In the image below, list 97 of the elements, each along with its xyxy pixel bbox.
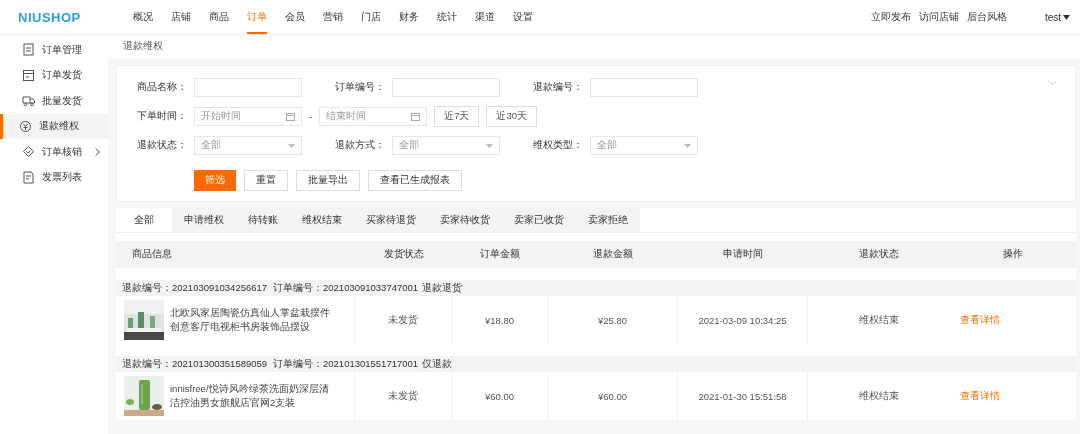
menu-item-icon [22,94,35,108]
product-name: 北欧风家居陶瓷仿真仙人掌盆栽摆件创意客厅电视柜书房装饰品摆设 [170,306,331,334]
refund-status: 维权结束 [859,313,899,327]
nav-tab[interactable]: 店铺 [170,0,191,34]
action-button[interactable]: 重置 [244,170,288,191]
action-button[interactable]: 查看已生成报表 [368,170,462,191]
status-tab[interactable]: 维权结束 [290,208,354,232]
refund-status: 维权结束 [859,389,899,403]
status-tab[interactable]: 全部 [116,208,172,232]
status-tab[interactable]: 卖家待收货 [428,208,502,232]
logo: NIUSHOP [18,9,81,25]
refund-number: 退款编号：202103091034256617 [122,281,269,295]
sidebar-item-label: 发票列表 [42,170,82,185]
refund-amount: ¥60.00 [597,390,628,402]
menu-item-icon [22,68,35,82]
sidebar-item[interactable]: 订单核销 [0,139,108,165]
nav-tab[interactable]: 门店 [360,0,381,34]
field-label: 订单编号： [334,81,385,94]
order-amount: ¥60.00 [484,390,515,402]
field-label: 维权类型： [532,139,583,152]
menu-item-icon [19,119,32,133]
select-value: 全部 [399,139,419,152]
caret-icon [684,143,691,148]
column-header: 订单金额 [479,248,521,261]
sidebar-item-label: 订单核销 [42,144,82,159]
select-value: 全部 [597,139,617,152]
header-link[interactable]: 立即发布 [870,10,911,24]
quick-range-button[interactable]: 近7天 [434,106,480,127]
status-tab[interactable]: 卖家已收货 [502,208,576,232]
column-header: 操作 [1002,248,1024,261]
breadcrumb: 退款维权 [108,35,1080,58]
refund-type: 仅退款 [422,357,452,371]
user-name: test [1044,11,1061,23]
caret-icon [1063,14,1070,20]
date-placeholder: 开始时间 [201,110,241,123]
nav-tab[interactable]: 会员 [284,0,305,34]
menu-item-icon [22,43,35,57]
field-label: 下单时间： [136,110,187,123]
field-label: 商品名称： [136,81,187,94]
refund-number: 退款编号：202101300351589059 [122,357,269,371]
caret-icon [486,143,493,148]
calendar-icon [411,112,421,121]
menu-item-icon [22,170,35,184]
sidebar-item[interactable]: 发票列表 [0,164,108,190]
column-header: 退款状态 [858,248,900,261]
column-header: 申请时间 [722,248,764,261]
select-value: 全部 [201,139,221,152]
status-tab[interactable]: 申请维权 [172,208,236,232]
nav-tab[interactable]: 渠道 [474,0,495,34]
sidebar-item[interactable]: 批量发货 [0,88,108,114]
nav-tab[interactable]: 营销 [322,0,343,34]
nav-tab[interactable]: 概况 [132,0,153,34]
user-menu[interactable]: test [1044,11,1070,23]
sidebar-item-label: 批量发货 [42,93,82,108]
refund-type: 退款退货 [422,281,462,295]
column-header: 发货状态 [382,248,425,261]
text-field[interactable] [392,78,500,97]
sidebar-item[interactable]: 退款维权 [0,113,108,139]
calendar-icon [286,112,295,121]
sidebar-item[interactable]: 订单发货 [0,62,108,88]
status-tab[interactable]: 卖家拒绝 [576,208,640,232]
product-name: innisfree/悦诗风吟绿茶洗面奶深层清洁控油男女旗舰店官网2支装 [170,382,330,410]
apply-time: 2021-01-30 15:51:58 [698,390,787,402]
field-label: 退款状态： [136,139,187,152]
header-link[interactable]: 后台风格 [966,10,1007,24]
text-field[interactable] [590,78,698,97]
quick-range-button[interactable]: 近30天 [486,106,538,127]
header-link[interactable]: 访问店铺 [918,10,959,24]
nav-tab[interactable]: 设置 [512,0,533,34]
sidebar-item-label: 订单发货 [42,68,82,83]
nav-tab[interactable]: 统计 [436,0,457,34]
field-label: 退款方式： [334,139,385,152]
nav-tab[interactable]: 商品 [208,0,229,34]
shipping-status: 未发货 [388,313,418,327]
sidebar-item-label: 退款维权 [39,119,79,134]
order-number: 订单编号：202103091033747001 [273,281,420,295]
nav-tab[interactable]: 财务 [398,0,419,34]
sidebar-item[interactable]: 订单管理 [0,37,108,63]
column-header: 退款金额 [592,248,634,261]
status-tab[interactable]: 待转账 [236,208,290,232]
order-amount: ¥18.80 [484,314,515,326]
action-button[interactable]: 批量导出 [296,170,360,191]
column-header: 商品信息 [131,248,173,261]
order-number: 订单编号：202101301551717001 [273,357,420,371]
status-tab[interactable]: 买家待退货 [354,208,428,232]
shipping-status: 未发货 [388,389,418,403]
refund-amount: ¥25.80 [597,314,628,326]
caret-icon [288,143,295,148]
apply-time: 2021-03-09 10:34:25 [698,314,787,326]
range-separator: - [309,111,313,122]
chevron-right-icon [95,147,100,156]
field-label: 退款编号： [532,81,583,94]
sidebar-item-label: 订单管理 [42,42,82,57]
text-field[interactable] [194,78,302,97]
date-placeholder: 结束时间 [326,110,367,123]
menu-item-icon [22,145,35,159]
chevron-down-icon [1048,80,1057,85]
